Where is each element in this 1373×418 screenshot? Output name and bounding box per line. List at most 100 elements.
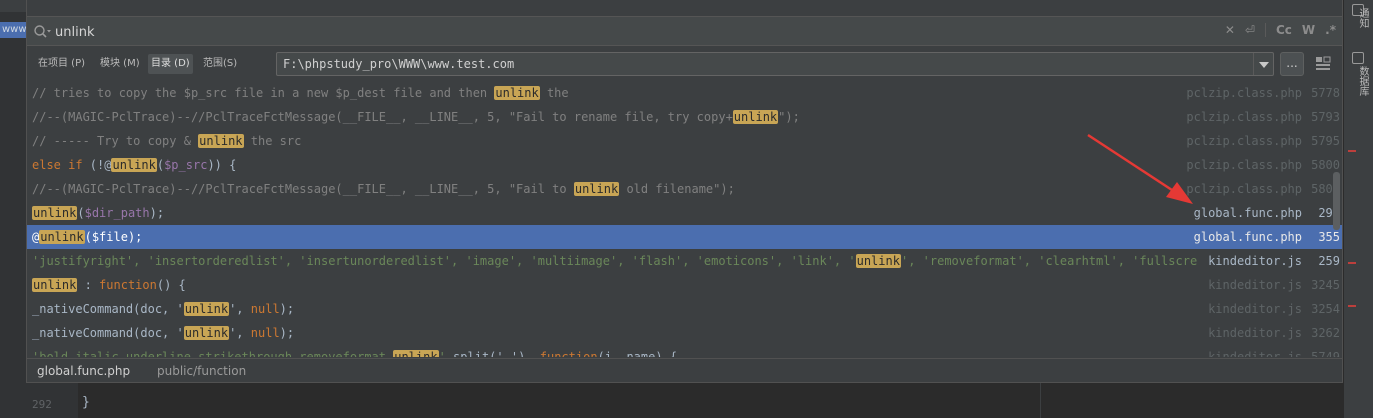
code-token: ',	[229, 326, 251, 340]
result-code: // tries to copy the $p_src file in a ne…	[32, 81, 1197, 105]
code-token: _nativeCommand(doc, '	[32, 302, 184, 316]
tab-scope[interactable]: 范围(S)	[200, 54, 240, 74]
result-row[interactable]: // ----- Try to copy & unlink the src pcl…	[27, 129, 1342, 153]
result-line-number: 5793	[1311, 110, 1340, 124]
match-highlight: unlink	[32, 206, 78, 220]
code-token: ', 'removeformat', 'clearhtml', 'fullscr…	[900, 254, 1197, 268]
error-stripe-mark[interactable]	[1348, 150, 1356, 152]
tab-directory[interactable]: 目录 (D)	[148, 54, 193, 74]
browse-button[interactable]: ...	[1280, 52, 1304, 76]
new-line-icon[interactable]: ⏎	[1245, 23, 1255, 37]
result-file-name: kindeditor.js	[1208, 254, 1302, 268]
code-token: _nativeCommand(doc, '	[32, 326, 184, 340]
status-file-name: global.func.php	[37, 364, 131, 378]
match-highlight: unlink	[183, 302, 230, 316]
search-icon[interactable]	[33, 24, 51, 40]
result-code: // ----- Try to copy & unlink the src	[32, 129, 1197, 153]
notifications-tab[interactable]: 通知	[1348, 8, 1370, 28]
gutter-line-number: 292	[32, 398, 52, 411]
right-tool-stripe: 通知 数据库	[1343, 0, 1373, 418]
scope-row: 在项目 (P) 模块 (M) 目录 (D) 范围(S) F:\phpstudy_…	[27, 47, 1342, 81]
result-line-number: 3262	[1311, 326, 1340, 340]
code-token: :	[77, 278, 100, 292]
match-highlight: unlink	[855, 254, 901, 268]
result-row[interactable]: 'bold,italic,underline,strikethrough,rem…	[27, 345, 1342, 357]
match-highlight: unlink	[183, 326, 230, 340]
line-gutter: 292	[26, 383, 78, 418]
code-token: function	[539, 350, 598, 357]
code-token: the	[539, 86, 569, 100]
result-code: @unlink($file);	[32, 225, 1197, 249]
result-file-name: global.func.php	[1193, 206, 1302, 220]
result-file-name: kindeditor.js	[1208, 278, 1302, 292]
editor-tab[interactable]: www.t	[0, 22, 26, 38]
directory-path: F:\phpstudy_pro\WWW\www.test.com	[283, 57, 515, 71]
result-code: _nativeCommand(doc, 'unlink', null);	[32, 321, 1197, 345]
code-token: function	[99, 278, 157, 292]
result-row[interactable]: unlink($dir_path); global.func.php 297	[27, 201, 1342, 225]
result-row[interactable]: @unlink($file); global.func.php 355	[27, 225, 1342, 249]
error-stripe-mark[interactable]	[1348, 305, 1356, 307]
result-code: unlink : function() {	[32, 273, 1197, 297]
result-line-number: 259	[1318, 254, 1340, 268]
match-highlight: unlink	[573, 182, 620, 196]
result-row[interactable]: _nativeCommand(doc, 'unlink', null); kind…	[27, 297, 1342, 321]
directory-combo[interactable]: F:\phpstudy_pro\WWW\www.test.com	[276, 52, 1274, 76]
result-row[interactable]: // tries to copy the $p_src file in a ne…	[27, 81, 1342, 105]
code-token: null	[250, 326, 280, 340]
result-file-name: pclzip.class.php	[1186, 158, 1302, 172]
code-token: );	[279, 302, 295, 316]
code-token: (i, name) {	[597, 350, 678, 357]
code-token: the src	[243, 134, 302, 148]
code-token: ',	[229, 302, 251, 316]
editor-area: 292 }	[26, 383, 1343, 418]
results-scrollbar[interactable]	[1333, 172, 1340, 230]
database-icon[interactable]	[1352, 52, 1364, 64]
result-row[interactable]: 'justifyright', 'insertorderedlist', 'in…	[27, 249, 1342, 273]
regex-icon[interactable]: .*	[1325, 23, 1336, 37]
whole-words-icon[interactable]: W	[1302, 23, 1315, 37]
result-code: //--(MAGIC-PclTrace)--//PclTraceFctMessa…	[32, 105, 1197, 129]
tab-in-project[interactable]: 在项目 (P)	[35, 54, 88, 74]
search-options: ✕ ⏎ Cc W .*	[1225, 23, 1336, 37]
database-tab[interactable]: 数据库	[1348, 66, 1370, 96]
search-input[interactable]	[55, 21, 1205, 43]
result-line-number: 5795	[1311, 134, 1340, 148]
error-stripe-mark[interactable]	[1348, 262, 1356, 264]
code-token: )) {	[207, 158, 237, 172]
result-row[interactable]: //--(MAGIC-PclTrace)--//PclTraceFctMessa…	[27, 105, 1342, 129]
separator	[1264, 23, 1266, 37]
result-line-number: 5749	[1311, 350, 1340, 357]
tab-module[interactable]: 模块 (M)	[97, 54, 143, 74]
result-line-number: 3245	[1311, 278, 1340, 292]
editor-split-line	[1040, 383, 1041, 418]
result-file-name: kindeditor.js	[1208, 350, 1302, 357]
result-row[interactable]: unlink : function() { kindeditor.js 3245	[27, 273, 1342, 297]
status-directory: public/function	[157, 364, 247, 378]
clear-icon[interactable]: ✕	[1225, 23, 1235, 37]
preview-status-bar: global.func.php public/function	[27, 358, 1342, 382]
result-file-name: pclzip.class.php	[1186, 110, 1302, 124]
result-row[interactable]: _nativeCommand(doc, 'unlink', null); kind…	[27, 321, 1342, 345]
file-filter-icon[interactable]	[1312, 53, 1334, 75]
code-token: '	[438, 350, 446, 357]
result-line-number: 3254	[1311, 302, 1340, 316]
result-file-name: global.func.php	[1193, 230, 1302, 244]
match-highlight: unlink	[32, 278, 78, 292]
code-token: (	[77, 206, 85, 220]
code-token: );	[149, 206, 165, 220]
code-token: else if	[32, 158, 90, 172]
result-row[interactable]: else if (!@unlink($p_src)) {pclzip.class…	[27, 153, 1342, 177]
match-case-icon[interactable]: Cc	[1276, 23, 1292, 37]
chevron-down-icon[interactable]	[1253, 53, 1273, 75]
match-highlight: unlink	[494, 86, 540, 100]
match-highlight: unlink	[732, 110, 779, 124]
result-file-name: pclzip.class.php	[1186, 134, 1302, 148]
code-token: $dir_path	[84, 206, 150, 220]
result-code: 'justifyright', 'insertorderedlist', 'in…	[32, 249, 1197, 273]
code-token: (	[156, 158, 165, 172]
result-row[interactable]: //--(MAGIC-PclTrace)--//PclTraceFctMessa…	[27, 177, 1342, 201]
code-token: 'justifyright', 'insertorderedlist', 'in…	[32, 254, 856, 268]
code-token: );	[279, 326, 295, 340]
match-highlight: unlink	[393, 350, 439, 357]
